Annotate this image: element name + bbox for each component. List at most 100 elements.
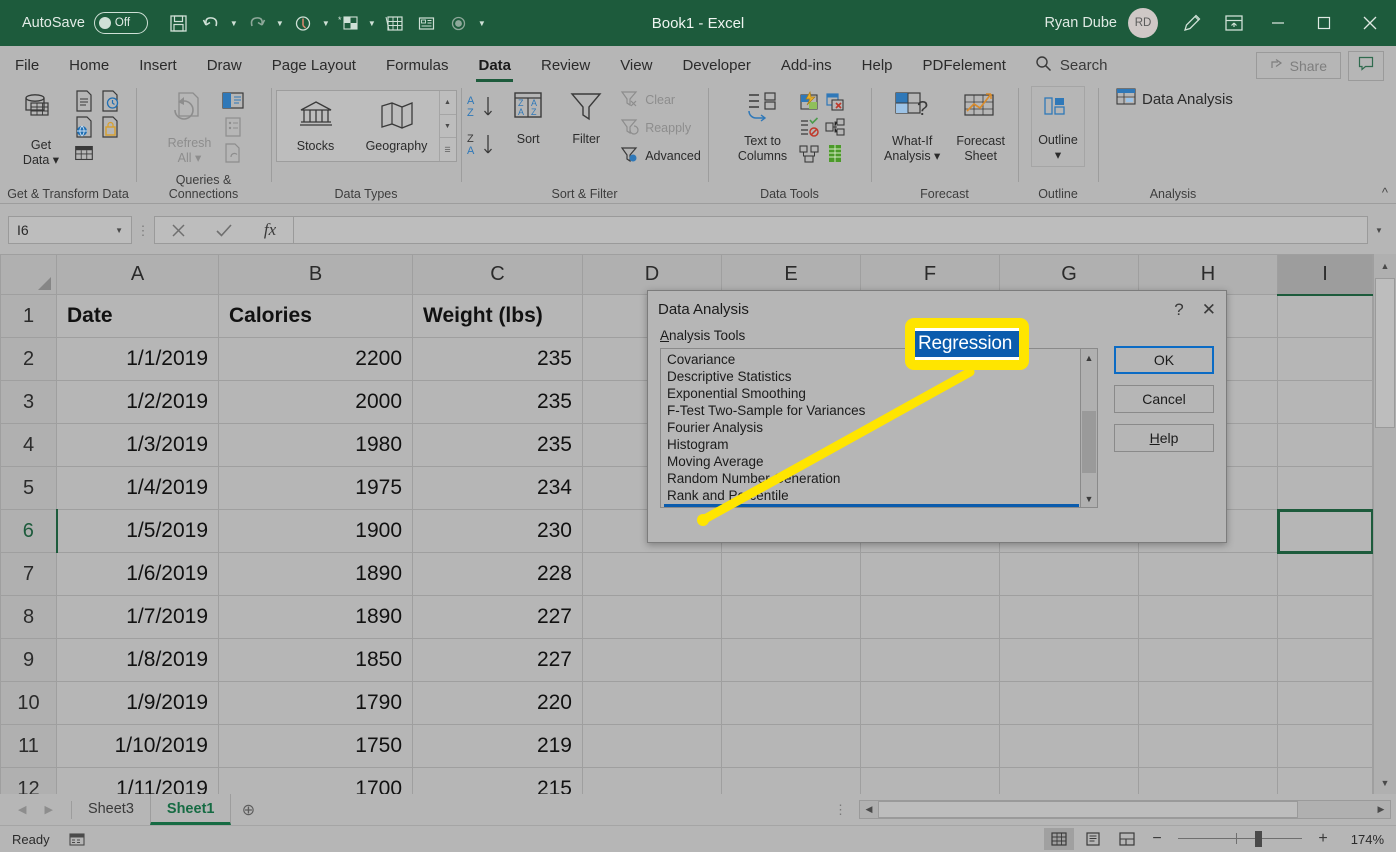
advanced-filter-button[interactable]: Advanced — [617, 145, 704, 167]
cell-A11[interactable]: 1/10/2019 — [56, 724, 219, 768]
formula-input[interactable] — [294, 216, 1368, 244]
undo-dropdown-caret[interactable]: ▼ — [228, 8, 240, 38]
cell-A10[interactable]: 1/9/2019 — [56, 681, 219, 725]
column-header-B[interactable]: B — [218, 254, 413, 295]
gallery-scrollbar[interactable]: ▲ ▼ ☰ — [438, 91, 456, 161]
cell-C11[interactable]: 219 — [412, 724, 583, 768]
cell-A4[interactable]: 1/3/2019 — [56, 423, 219, 467]
sheet-nav-arrows[interactable]: ◀ ▶ — [0, 803, 71, 816]
autosave-toggle[interactable]: Off — [93, 12, 148, 34]
tab-data[interactable]: Data — [463, 49, 526, 82]
cell-E9[interactable] — [721, 638, 861, 682]
zoom-slider[interactable] — [1178, 829, 1302, 849]
page-break-preview-icon[interactable] — [1112, 828, 1142, 850]
list-item[interactable]: Moving Average — [664, 453, 1080, 470]
tab-home[interactable]: Home — [54, 49, 124, 82]
cell-D8[interactable] — [582, 595, 722, 639]
tab-formulas[interactable]: Formulas — [371, 49, 464, 82]
save-icon[interactable] — [164, 8, 194, 38]
cell-B3[interactable]: 2000 — [218, 380, 413, 424]
select-all-corner[interactable] — [0, 254, 57, 295]
cell-D9[interactable] — [582, 638, 722, 682]
cell-I3[interactable] — [1277, 380, 1373, 424]
analysis-tools-listbox[interactable]: Covariance Descriptive Statistics Expone… — [660, 348, 1098, 508]
scroll-right-icon[interactable]: ▶ — [1372, 804, 1390, 815]
formula-bar-grip[interactable]: ⋮ — [132, 224, 154, 237]
record-icon[interactable] — [444, 8, 474, 38]
maximize-button[interactable] — [1302, 1, 1346, 45]
geography-button[interactable]: Geography — [355, 95, 439, 158]
page-layout-icon[interactable] — [1078, 828, 1108, 850]
horizontal-scrollbar[interactable]: ◀ ▶ — [859, 800, 1391, 819]
tab-review[interactable]: Review — [526, 49, 605, 82]
data-validation-icon[interactable] — [797, 115, 821, 139]
touch-mode-caret[interactable]: ▼ — [320, 8, 332, 38]
collapse-ribbon-icon[interactable]: ^ — [1382, 185, 1388, 200]
cell-I6[interactable] — [1276, 508, 1374, 554]
cell-B8[interactable]: 1890 — [218, 595, 413, 639]
name-box[interactable]: I6 ▼ — [8, 216, 132, 244]
row-header-1[interactable]: 1 — [0, 294, 57, 338]
cell-A8[interactable]: 1/7/2019 — [56, 595, 219, 639]
list-item-regression[interactable]: Regression — [664, 504, 1079, 507]
sheet-nav-next-icon[interactable]: ▶ — [44, 803, 52, 816]
help-button[interactable]: Help — [1114, 424, 1214, 452]
list-item[interactable]: Rank and Percentile — [664, 487, 1080, 504]
list-item[interactable]: Random Number Generation — [664, 470, 1080, 487]
text-to-columns-button[interactable]: Text to Columns — [732, 86, 793, 167]
cell-F11[interactable] — [860, 724, 1000, 768]
add-sheet-button[interactable]: ⊕ — [231, 800, 265, 820]
cell-I11[interactable] — [1277, 724, 1373, 768]
cancel-entry-icon[interactable] — [155, 217, 201, 243]
list-item[interactable]: Histogram — [664, 436, 1080, 453]
cell-H11[interactable] — [1138, 724, 1278, 768]
from-text-icon[interactable] — [72, 89, 96, 113]
row-header-11[interactable]: 11 — [0, 724, 57, 768]
forecast-sheet-button[interactable]: Forecast Sheet — [950, 86, 1011, 167]
cell-A3[interactable]: 1/2/2019 — [56, 380, 219, 424]
column-header-E[interactable]: E — [721, 254, 861, 295]
reapply-button[interactable]: Reapply — [617, 117, 704, 139]
listbox-scroll-thumb[interactable] — [1082, 411, 1096, 473]
data-analysis-button[interactable]: Data Analysis — [1112, 86, 1236, 112]
dialog-close-icon[interactable]: ✕ — [1202, 300, 1216, 320]
ribbon-display-options-icon[interactable] — [1214, 5, 1254, 41]
vertical-scroll-track[interactable] — [1374, 429, 1396, 771]
cell-E8[interactable] — [721, 595, 861, 639]
cell-H9[interactable] — [1138, 638, 1278, 682]
cell-B4[interactable]: 1980 — [218, 423, 413, 467]
manage-data-model-icon[interactable] — [823, 141, 847, 165]
confirm-entry-icon[interactable] — [201, 217, 247, 243]
cell-C5[interactable]: 234 — [412, 466, 583, 510]
from-recent-icon[interactable] — [98, 89, 122, 113]
cell-I2[interactable] — [1277, 337, 1373, 381]
undo-icon[interactable] — [196, 8, 226, 38]
cell-I8[interactable] — [1277, 595, 1373, 639]
cancel-button[interactable]: Cancel — [1114, 385, 1214, 413]
gallery-more-icon[interactable]: ☰ — [439, 137, 456, 161]
cell-H10[interactable] — [1138, 681, 1278, 725]
touch-mode-icon[interactable] — [288, 8, 318, 38]
column-header-F[interactable]: F — [860, 254, 1000, 295]
cell-G10[interactable] — [999, 681, 1139, 725]
horizontal-scroll-thumb[interactable] — [878, 801, 1298, 818]
row-header-6[interactable]: 6 — [0, 509, 58, 553]
cell-B11[interactable]: 1750 — [218, 724, 413, 768]
sort-button[interactable]: ZAAZ Sort — [501, 86, 555, 151]
zoom-out-button[interactable]: − — [1146, 830, 1168, 848]
cell-A1[interactable]: Date — [56, 294, 219, 338]
cell-B6[interactable]: 1900 — [218, 509, 413, 553]
cell-G8[interactable] — [999, 595, 1139, 639]
cell-D11[interactable] — [582, 724, 722, 768]
cell-C1[interactable]: Weight (lbs) — [412, 294, 583, 338]
cell-B1[interactable]: Calories — [218, 294, 413, 338]
column-header-D[interactable]: D — [582, 254, 722, 295]
insert-function-icon[interactable]: fx — [247, 217, 293, 243]
get-data-button[interactable]: Get Data ▾ — [14, 86, 68, 171]
accessibility-icon[interactable] — [50, 831, 86, 847]
horizontal-scroll-track[interactable] — [878, 801, 1372, 818]
relationships-icon[interactable] — [797, 141, 821, 165]
flash-fill-icon[interactable] — [797, 89, 821, 113]
from-table-icon[interactable] — [72, 141, 96, 165]
column-header-G[interactable]: G — [999, 254, 1139, 295]
